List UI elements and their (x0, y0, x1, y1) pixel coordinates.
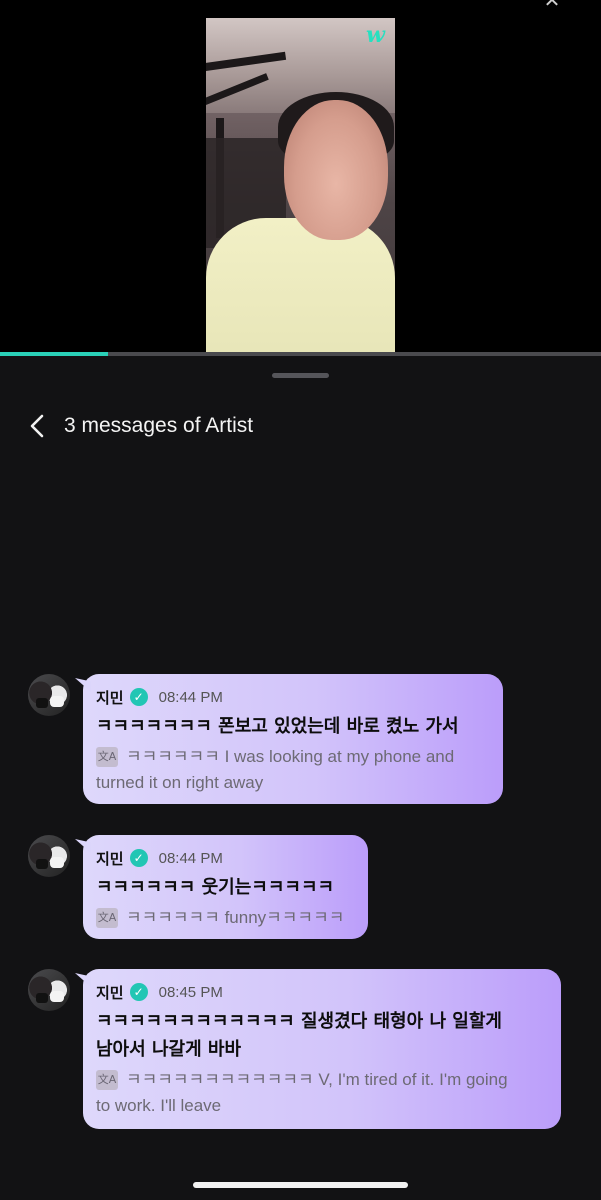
message-text-line: ㅋㅋㅋㅋㅋㅋㅋㅋㅋㅋㅋㅋ 질생겼다 태형아 나 일할게 (96, 1011, 502, 1032)
message-bubble[interactable]: 지민 ✓ 08:45 PM ㅋㅋㅋㅋㅋㅋㅋㅋㅋㅋㅋㅋ 질생겼다 태형아 나 일할… (83, 969, 561, 1129)
live-video-frame: w (206, 18, 395, 356)
verified-badge-icon: ✓ (129, 688, 148, 706)
message-text: ㅋㅋㅋㅋㅋㅋㅋㅋㅋㅋㅋㅋ 질생겼다 태형아 나 일할게 남아서 나갈게 바바 (96, 1008, 547, 1064)
back-button[interactable] (22, 410, 52, 442)
message-text-line: ㅋㅋㅋㅋㅋㅋ 웃기는ㅋㅋㅋㅋㅋ (96, 877, 335, 898)
sender-name: 지민 (96, 688, 124, 707)
message-text-line: ㅋㅋㅋㅋㅋㅋㅋ 폰보고 있었는데 바로 켰노 가서 (96, 716, 459, 737)
translation-line: ㅋㅋㅋㅋㅋㅋ funnyㅋㅋㅋㅋㅋ (126, 908, 345, 927)
message-translation: 文A ㅋㅋㅋㅋㅋㅋ funnyㅋㅋㅋㅋㅋ (96, 905, 354, 931)
translation-line: to work. I'll leave (96, 1096, 222, 1115)
page-title: 3 messages of Artist (64, 414, 254, 437)
message-time: 08:44 PM (158, 688, 223, 706)
chevron-left-icon (30, 414, 44, 438)
video-progress-fill (0, 352, 109, 356)
avatar[interactable] (28, 969, 70, 1011)
message-translation: 文A ㅋㅋㅋㅋㅋㅋ I was looking at my phone and t… (96, 744, 489, 796)
message-translation: 文A ㅋㅋㅋㅋㅋㅋㅋㅋㅋㅋㅋㅋ V, I'm tired of it. I'm g… (96, 1067, 547, 1119)
message-bubble[interactable]: 지민 ✓ 08:44 PM ㅋㅋㅋㅋㅋㅋㅋ 폰보고 있었는데 바로 켰노 가서 … (83, 674, 503, 804)
message-time: 08:44 PM (158, 849, 223, 867)
translate-icon[interactable]: 文A (96, 747, 118, 767)
translation-line: ㅋㅋㅋㅋㅋㅋ I was looking at my phone and (126, 747, 455, 766)
home-indicator[interactable] (193, 1182, 408, 1188)
message-text-line: 남아서 나갈게 바바 (96, 1039, 242, 1060)
message-bubble[interactable]: 지민 ✓ 08:44 PM ㅋㅋㅋㅋㅋㅋ 웃기는ㅋㅋㅋㅋㅋ 文A ㅋㅋㅋㅋㅋㅋ f… (83, 835, 368, 939)
message-time: 08:45 PM (158, 983, 223, 1001)
translate-icon[interactable]: 文A (96, 1070, 118, 1090)
translation-line: turned it on right away (96, 773, 264, 792)
sender-name: 지민 (96, 849, 124, 868)
video-progress-bar[interactable] (0, 352, 601, 356)
sender-name: 지민 (96, 983, 124, 1002)
message-text: ㅋㅋㅋㅋㅋㅋ 웃기는ㅋㅋㅋㅋㅋ (96, 874, 354, 902)
close-icon[interactable]: ✕ (539, 0, 565, 10)
verified-badge-icon: ✓ (129, 849, 148, 867)
verified-badge-icon: ✓ (129, 983, 148, 1001)
translation-line: ㅋㅋㅋㅋㅋㅋㅋㅋㅋㅋㅋㅋ V, I'm tired of it. I'm goi… (126, 1070, 508, 1089)
translate-icon[interactable]: 文A (96, 908, 118, 928)
avatar[interactable] (28, 674, 70, 716)
message-text: ㅋㅋㅋㅋㅋㅋㅋ 폰보고 있었는데 바로 켰노 가서 (96, 713, 489, 741)
sheet-grabber[interactable] (272, 373, 329, 378)
weverse-logo: w (366, 22, 385, 48)
video-player[interactable]: ✕ w (0, 0, 601, 356)
avatar[interactable] (28, 835, 70, 877)
